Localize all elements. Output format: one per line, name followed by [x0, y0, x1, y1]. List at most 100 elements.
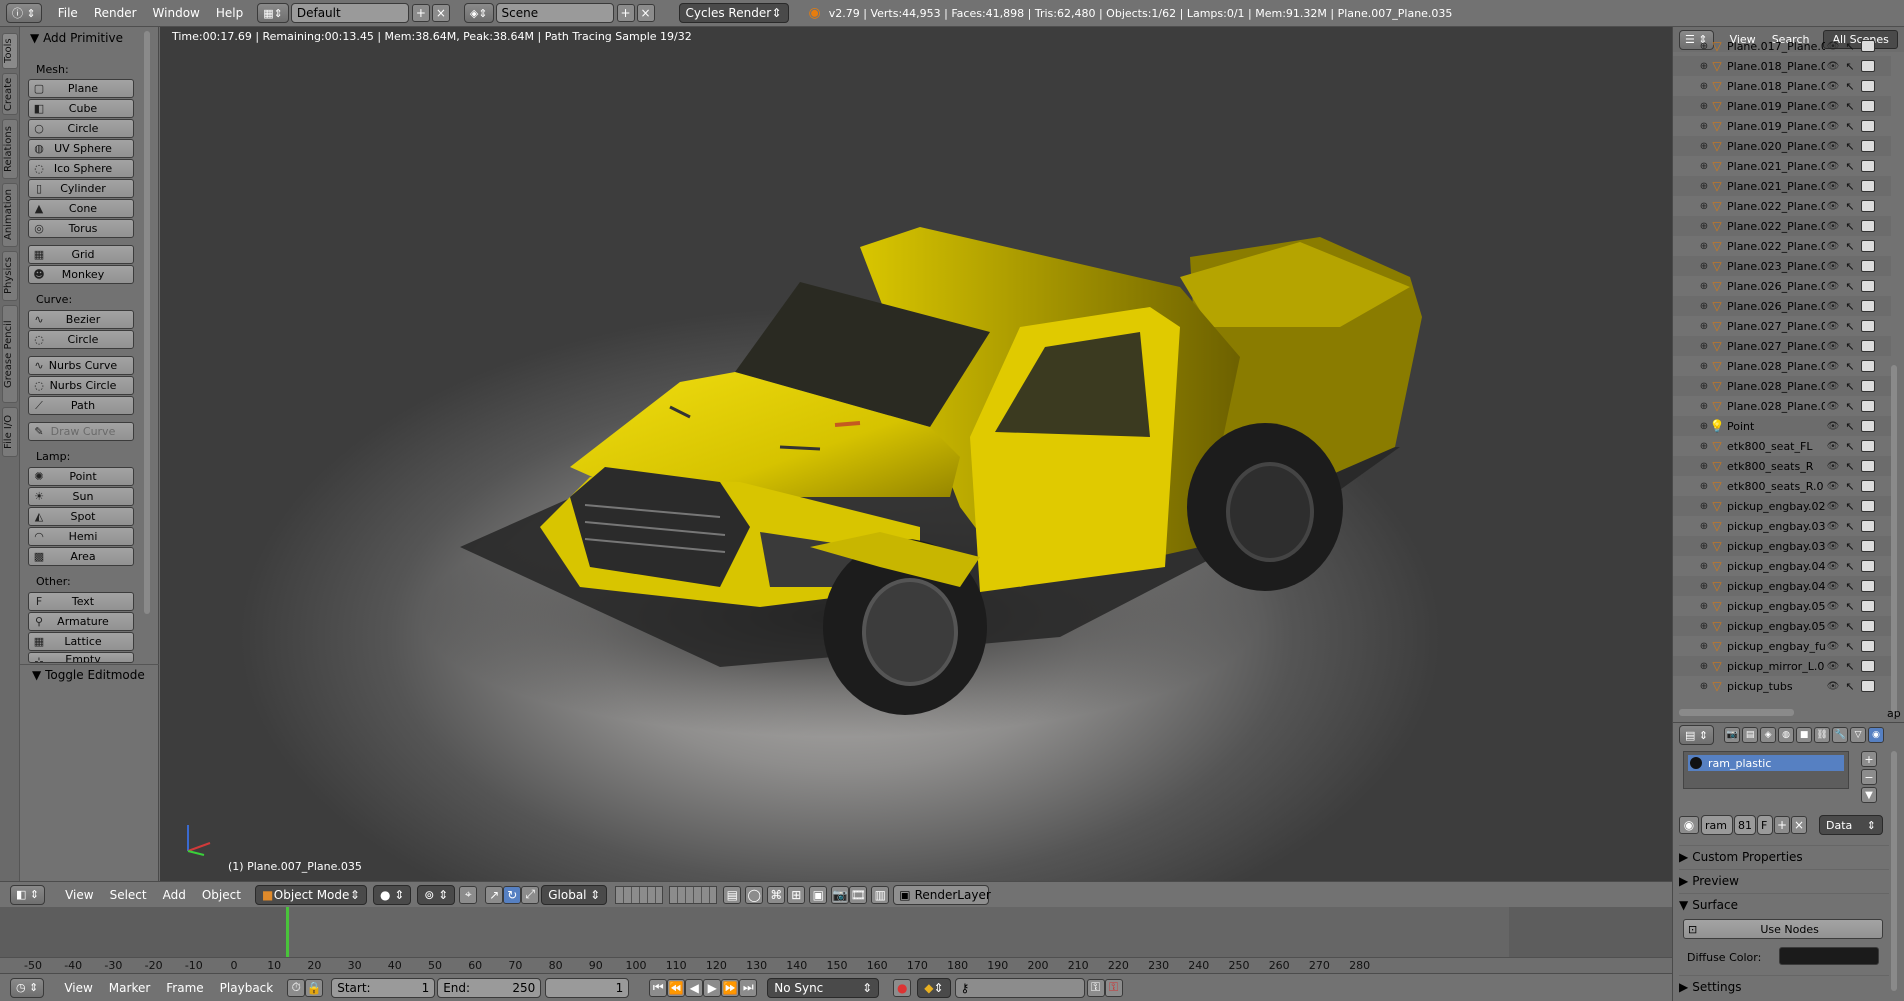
outliner-row[interactable]: ⊕ ▽ pickup_engbay.03 👁 ↖	[1673, 516, 1891, 536]
context-tabs[interactable]: 📷 ▤ ◈ ◍ ■ ⛓ 🔧 ▽ ◉	[1724, 727, 1885, 743]
add-torus-button[interactable]: ◎ Torus	[28, 219, 134, 238]
expand-icon[interactable]: ⊕	[1699, 321, 1709, 332]
unlink-material-icon[interactable]: ×	[1791, 816, 1807, 834]
outliner-item-name[interactable]: pickup_engbay.05	[1725, 620, 1825, 633]
menu-select[interactable]: Select	[102, 888, 155, 902]
expand-icon[interactable]: ⊕	[1699, 201, 1709, 212]
renderable-camera-icon[interactable]	[1861, 360, 1875, 372]
menu-file[interactable]: File	[50, 6, 86, 20]
visibility-eye-icon[interactable]: 👁	[1825, 601, 1841, 612]
renderable-camera-icon[interactable]	[1861, 180, 1875, 192]
selectable-cursor-icon[interactable]: ↖	[1843, 180, 1857, 193]
outliner-item-name[interactable]: Plane.022_Plane.0	[1725, 200, 1825, 213]
outliner-row[interactable]: ⊕ ▽ pickup_engbay.02 👁 ↖	[1673, 496, 1891, 516]
scene-tab-icon[interactable]: ◈	[1760, 727, 1777, 743]
expand-icon[interactable]: ⊕	[1699, 61, 1709, 72]
render-engine-dropdown[interactable]: Cycles Render ⇕	[678, 3, 789, 23]
visibility-eye-icon[interactable]: 👁	[1825, 341, 1841, 352]
material-name-field[interactable]: ram	[1701, 815, 1733, 835]
timeline[interactable]: -50 -40 -30 -20 -10 0 10 20 30 40 50 60 70 80 90 100 110…	[0, 907, 1672, 973]
outliner-item-name[interactable]: Plane.022_Plane.0	[1725, 240, 1825, 253]
transform-orientation-dropdown[interactable]: Global ⇕	[541, 884, 608, 905]
playhead[interactable]	[286, 907, 289, 957]
add-hemi-lamp-button[interactable]: ◠ Hemi	[28, 527, 134, 546]
add-area-lamp-button[interactable]: ▩ Area	[28, 547, 134, 566]
expand-icon[interactable]: ⊕	[1699, 561, 1709, 572]
add-slot-icon[interactable]: +	[1861, 751, 1877, 767]
editor-type-dropdown[interactable]: ▤ ⇕	[1679, 725, 1715, 745]
add-grid-button[interactable]: ▦ Grid	[28, 245, 134, 264]
expand-icon[interactable]: ⊕	[1699, 681, 1709, 692]
visibility-eye-icon[interactable]: 👁	[1825, 661, 1841, 672]
visibility-eye-icon[interactable]: 👁	[1825, 101, 1841, 112]
renderable-camera-icon[interactable]	[1861, 420, 1875, 432]
expand-icon[interactable]: ⊕	[1699, 41, 1709, 52]
outliner-item-name[interactable]: Plane.027_Plane.0	[1725, 340, 1825, 353]
jump-keyframe-back-icon[interactable]: ⏪	[667, 978, 686, 997]
menu-window[interactable]: Window	[145, 6, 208, 20]
add-plane-button[interactable]: ▢ Plane	[28, 79, 134, 98]
add-primitive-panel-header[interactable]: ▼ Add Primitive	[30, 31, 123, 45]
editor-type-dropdown[interactable]: ◷ ⇕	[10, 977, 45, 998]
renderable-camera-icon[interactable]	[1861, 320, 1875, 332]
expand-icon[interactable]: ⊕	[1699, 301, 1709, 312]
opengl-render-icon[interactable]: ▣	[809, 885, 828, 904]
selectable-cursor-icon[interactable]: ↖	[1843, 400, 1857, 413]
renderable-camera-icon[interactable]	[1861, 680, 1875, 692]
tab-grease-pencil[interactable]: Grease Pencil	[2, 305, 18, 403]
layer-buttons[interactable]	[615, 885, 664, 904]
renderable-camera-icon[interactable]	[1861, 440, 1875, 452]
jump-keyframe-forward-icon[interactable]: ⏩	[721, 978, 740, 997]
renderable-camera-icon[interactable]	[1861, 280, 1875, 292]
add-monkey-button[interactable]: ☻ Monkey	[28, 265, 134, 284]
start-frame-field[interactable]: Start: 1	[331, 977, 436, 998]
expand-icon[interactable]: ⊕	[1699, 401, 1709, 412]
outliner-item-name[interactable]: Point	[1725, 420, 1825, 433]
outliner-item-name[interactable]: Plane.028_Plane.0	[1725, 400, 1825, 413]
tab-file-io[interactable]: File I/O	[2, 407, 18, 457]
outliner-item-name[interactable]: Plane.027_Plane.0	[1725, 320, 1825, 333]
pivot-dropdown[interactable]: ⊚ ⇕	[417, 884, 456, 905]
selectable-cursor-icon[interactable]: ↖	[1843, 620, 1857, 633]
add-cube-button[interactable]: ◧ Cube	[28, 99, 134, 118]
add-spot-lamp-button[interactable]: ◭ Spot	[28, 507, 134, 526]
insert-keyframe-icon[interactable]: ⚿	[1086, 978, 1105, 997]
expand-icon[interactable]: ⊕	[1699, 281, 1709, 292]
visibility-eye-icon[interactable]: 👁	[1825, 461, 1841, 472]
outliner-item-name[interactable]: Plane.019_Plane.0	[1725, 100, 1825, 113]
expand-icon[interactable]: ⊕	[1699, 541, 1709, 552]
renderable-camera-icon[interactable]	[1861, 80, 1875, 92]
menu-view[interactable]: View	[57, 888, 101, 902]
outliner-row[interactable]: ⊕ ▽ pickup_engbay_ful 👁 ↖	[1673, 636, 1891, 656]
renderable-camera-icon[interactable]	[1861, 560, 1875, 572]
selectable-cursor-icon[interactable]: ↖	[1843, 40, 1857, 53]
outliner-row[interactable]: ⊕ ▽ Plane.028_Plane.0 👁 ↖	[1673, 376, 1891, 396]
add-path-button[interactable]: ⟋ Path	[28, 396, 134, 415]
outliner-item-name[interactable]: pickup_engbay.05	[1725, 600, 1825, 613]
selectable-cursor-icon[interactable]: ↖	[1843, 640, 1857, 653]
visibility-eye-icon[interactable]: 👁	[1825, 261, 1841, 272]
visibility-eye-icon[interactable]: 👁	[1825, 441, 1841, 452]
record-icon[interactable]: ●	[893, 978, 912, 997]
outliner-hscroll[interactable]	[1679, 709, 1794, 716]
material-users-field[interactable]: 81	[1734, 815, 1756, 835]
selectable-cursor-icon[interactable]: ↖	[1843, 60, 1857, 73]
outliner-row[interactable]: ⊕ ▽ Plane.026_Plane.0 👁 ↖	[1673, 276, 1891, 296]
selectable-cursor-icon[interactable]: ↖	[1843, 160, 1857, 173]
visibility-eye-icon[interactable]: 👁	[1825, 161, 1841, 172]
tab-relations[interactable]: Relations	[2, 119, 18, 179]
visibility-eye-icon[interactable]: 👁	[1825, 181, 1841, 192]
translate-manipulator-icon[interactable]: ↗	[485, 885, 504, 904]
renderable-camera-icon[interactable]	[1861, 100, 1875, 112]
outliner-item-name[interactable]: Plane.019_Plane.0	[1725, 120, 1825, 133]
outliner-row[interactable]: ⊕ ▽ Plane.017_Plane.0 👁 ↖	[1673, 36, 1891, 56]
outliner-item-name[interactable]: pickup_engbay.03	[1725, 540, 1825, 553]
add-circle-button[interactable]: ○ Circle	[28, 119, 134, 138]
scale-manipulator-icon[interactable]: ⤢	[521, 885, 540, 904]
renderable-camera-icon[interactable]	[1861, 600, 1875, 612]
visibility-eye-icon[interactable]: 👁	[1825, 81, 1841, 92]
visibility-eye-icon[interactable]: 👁	[1825, 481, 1841, 492]
outliner-row[interactable]: ⊕ ▽ Plane.021_Plane.0 👁 ↖	[1673, 176, 1891, 196]
visibility-eye-icon[interactable]: 👁	[1825, 381, 1841, 392]
browse-material-icon[interactable]: ◉	[1679, 816, 1699, 834]
